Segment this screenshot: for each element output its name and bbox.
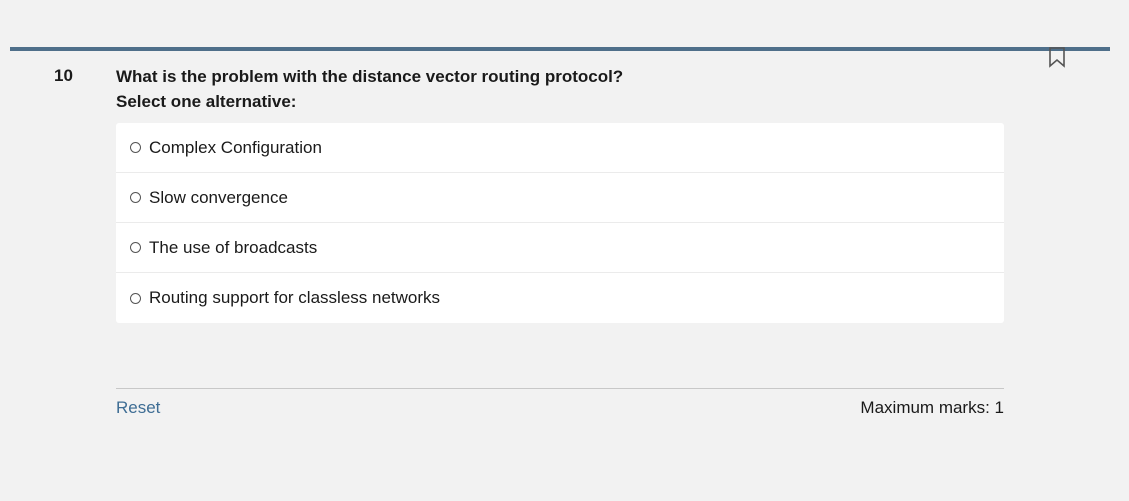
question-divider <box>10 47 1110 51</box>
bookmark-icon <box>1047 46 1067 68</box>
radio-button[interactable] <box>130 192 141 203</box>
option-label: Routing support for classless networks <box>149 288 441 307</box>
footer-divider <box>116 388 1004 389</box>
maximum-marks: Maximum marks: 1 <box>860 398 1004 417</box>
option-label: Slow convergence <box>149 187 288 207</box>
question-instruction: Select one alternative: <box>116 92 297 111</box>
answer-option[interactable]: The use of broadcasts <box>116 223 1004 273</box>
reset-link[interactable]: Reset <box>116 398 160 418</box>
option-label: The use of broadcasts <box>149 237 318 257</box>
question-text: What is the problem with the distance ve… <box>116 67 624 86</box>
radio-button[interactable] <box>130 142 141 153</box>
answer-option[interactable]: Complex Configuration <box>116 123 1004 173</box>
answer-option[interactable]: Routing support for classless networks <box>116 273 1004 323</box>
option-label: Complex Configuration <box>149 137 322 157</box>
question-number: 10 <box>54 66 73 85</box>
flag-question-button[interactable] <box>1047 46 1067 68</box>
radio-button[interactable] <box>130 242 141 253</box>
answer-option[interactable]: Slow convergence <box>116 173 1004 223</box>
answer-options: Complex Configuration Slow convergence T… <box>116 123 1004 323</box>
radio-button[interactable] <box>130 292 141 304</box>
